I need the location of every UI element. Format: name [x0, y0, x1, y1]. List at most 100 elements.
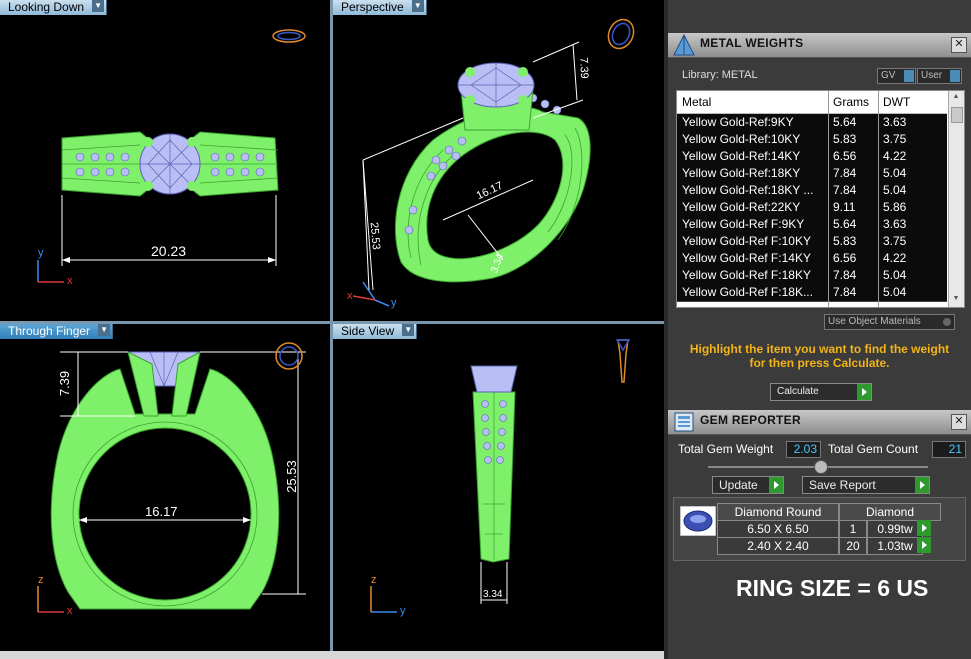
- axis-x-label: x: [347, 290, 353, 302]
- dwt-cell: 4.22: [883, 149, 907, 163]
- metal-cell: Yellow Gold-Ref:18KY: [682, 166, 801, 180]
- metal-cell: Yellow Gold-Ref:9KY: [682, 115, 794, 129]
- table-row[interactable]: Yellow Gold-Ref:18KY 7.84 5.04: [677, 165, 947, 183]
- table-row[interactable]: Yellow Gold-Ref:10KY 5.83 3.75: [677, 131, 947, 149]
- table-row[interactable]: Yellow Gold-Ref F:9KY 5.64 3.63: [677, 216, 947, 234]
- dwt-cell: 3.63: [883, 217, 907, 231]
- dimension-label: 20.23: [151, 243, 187, 259]
- table-row[interactable]: Yellow Gold-Ref F:10KY 5.83 3.75: [677, 233, 947, 251]
- gem-reporter-header[interactable]: GEM REPORTER ✕: [668, 410, 971, 435]
- table-header: Metal Grams DWT: [677, 91, 947, 114]
- gem-row-select-button[interactable]: [917, 537, 931, 553]
- total-gem-weight-value: 2.03: [786, 441, 821, 458]
- dwt-cell: 3.63: [883, 115, 907, 129]
- chevron-down-icon[interactable]: ▼: [402, 324, 415, 336]
- close-icon[interactable]: ✕: [951, 414, 967, 430]
- dimension-label: 3.34: [483, 589, 503, 600]
- viewport-divider-horizontal[interactable]: [0, 321, 664, 324]
- metal-cell: Yellow Gold-Ref:10KY: [682, 132, 801, 146]
- column-header-metal[interactable]: Metal: [682, 91, 711, 113]
- total-gem-count-label: Total Gem Count: [828, 442, 919, 456]
- panel-title: METAL WEIGHTS: [700, 36, 804, 50]
- tab-side-view[interactable]: Side View ▼: [333, 324, 418, 339]
- calculate-hint: Highlight the item you want to find the …: [689, 342, 950, 370]
- save-report-button[interactable]: Save Report: [802, 476, 930, 494]
- table-row[interactable]: Yellow Gold-Ref:22KY 9.11 5.86: [677, 199, 947, 217]
- gv-toggle[interactable]: GV: [877, 68, 916, 84]
- play-icon: [917, 537, 931, 553]
- metal-cell: Yellow Gold-Ref:22KY: [682, 200, 801, 214]
- column-divider: [878, 91, 879, 307]
- table-row[interactable]: Yellow Gold-Ref:14KY 6.56 4.22: [677, 148, 947, 166]
- table-row[interactable]: Yellow Gold-Ref F:18K... 7.84 5.04: [677, 284, 947, 302]
- tab-through-finger[interactable]: Through Finger ▼: [0, 324, 114, 339]
- chevron-down-icon[interactable]: ▼: [92, 0, 105, 12]
- grams-cell: 7.84: [833, 268, 857, 282]
- button-label: Calculate: [777, 386, 819, 397]
- table-row[interactable]: Yellow Gold-Ref F:18KY 7.84 5.04: [677, 267, 947, 285]
- scrollbar-thumb[interactable]: [951, 107, 963, 123]
- viewport-through-finger[interactable]: 7.39 25.53 16.17 z x Through Finger ▼: [0, 324, 330, 651]
- tab-looking-down[interactable]: Looking Down ▼: [0, 0, 108, 15]
- axis-y-label: y: [38, 247, 44, 259]
- scroll-up-icon[interactable]: ▲: [951, 93, 961, 103]
- toggle-knob: [950, 70, 960, 82]
- viewport-divider-vertical[interactable]: [330, 0, 333, 651]
- dwt-cell: 5.04: [883, 166, 907, 180]
- table-scrollbar[interactable]: ▲ ▼: [948, 91, 964, 307]
- viewport-side-view[interactable]: 3.34 z y Side View ▼: [333, 324, 664, 651]
- axis-y-label: y: [400, 605, 406, 617]
- ring-size-annotation: RING SIZE = 6 US: [736, 575, 929, 601]
- ring-top-view: [37, 29, 306, 283]
- chevron-down-icon[interactable]: ▼: [98, 324, 111, 336]
- close-icon[interactable]: ✕: [951, 37, 967, 53]
- grams-cell: 7.84: [833, 166, 857, 180]
- table-row[interactable]: Yellow Gold-Ref F:14KY 6.56 4.22: [677, 250, 947, 268]
- slider-handle[interactable]: [814, 460, 828, 474]
- column-header-grams[interactable]: Grams: [833, 91, 869, 113]
- play-icon: [769, 477, 783, 493]
- tab-label: Side View: [341, 324, 395, 338]
- grams-cell: 5.83: [833, 132, 857, 146]
- tab-label: Looking Down: [8, 0, 85, 14]
- play-icon: [915, 477, 929, 493]
- grams-cell: 6.56: [833, 149, 857, 163]
- metal-cell: Yellow Gold-Ref:18KY ...: [682, 183, 814, 197]
- ring-front-view: [37, 342, 306, 613]
- dimension-label: 7.39: [577, 57, 591, 79]
- button-label: Update: [719, 478, 758, 492]
- gem-count-cell: 1: [839, 520, 867, 538]
- dimension-label: 25.53: [283, 460, 299, 493]
- grams-cell: 5.64: [833, 115, 857, 129]
- viewport-perspective[interactable]: 7.39 16.17 25.53 3.34 x y Perspective ▼: [333, 0, 664, 321]
- table-row[interactable]: Yellow Gold-Ref:18KY ... 7.84 5.04: [677, 182, 947, 200]
- gem-row-select-button[interactable]: [917, 520, 931, 536]
- scroll-down-icon[interactable]: ▼: [951, 295, 961, 305]
- axis-z-label: z: [371, 574, 377, 586]
- dwt-cell: 5.04: [883, 285, 907, 299]
- gem-weight-cell: 1.03tw: [867, 537, 923, 555]
- table-row[interactable]: Yellow Gold-Ref:9KY 5.64 3.63: [677, 114, 947, 132]
- update-button[interactable]: Update: [712, 476, 784, 494]
- dimension-label: 16.17: [145, 504, 178, 519]
- metal-weights-header[interactable]: METAL WEIGHTS ✕: [668, 33, 971, 58]
- metal-cell: Yellow Gold-Ref F:10KY: [682, 234, 811, 248]
- user-toggle[interactable]: User: [917, 68, 962, 84]
- chevron-down-icon[interactable]: ▼: [411, 0, 424, 12]
- toggle-knob: [943, 318, 951, 326]
- dwt-cell: 5.86: [883, 200, 907, 214]
- ring-side-view: [370, 339, 631, 613]
- viewport-divider-bottom: [0, 651, 664, 659]
- dwt-cell: 5.04: [883, 268, 907, 282]
- grams-cell: 6.56: [833, 251, 857, 265]
- metal-cell: Yellow Gold-Ref F:18KY: [682, 268, 811, 282]
- viewport-looking-down[interactable]: 20.23 y x Looking Down ▼: [0, 0, 330, 321]
- gv-label: GV: [881, 70, 896, 81]
- gem-count-cell: 20: [839, 537, 867, 555]
- use-object-materials-toggle[interactable]: Use Object Materials: [824, 314, 955, 330]
- column-header-dwt[interactable]: DWT: [883, 91, 910, 113]
- tab-perspective[interactable]: Perspective ▼: [333, 0, 427, 15]
- grams-cell: 9.11: [833, 200, 856, 214]
- calculate-button[interactable]: Calculate: [770, 383, 872, 401]
- axis-z-label: z: [38, 574, 44, 586]
